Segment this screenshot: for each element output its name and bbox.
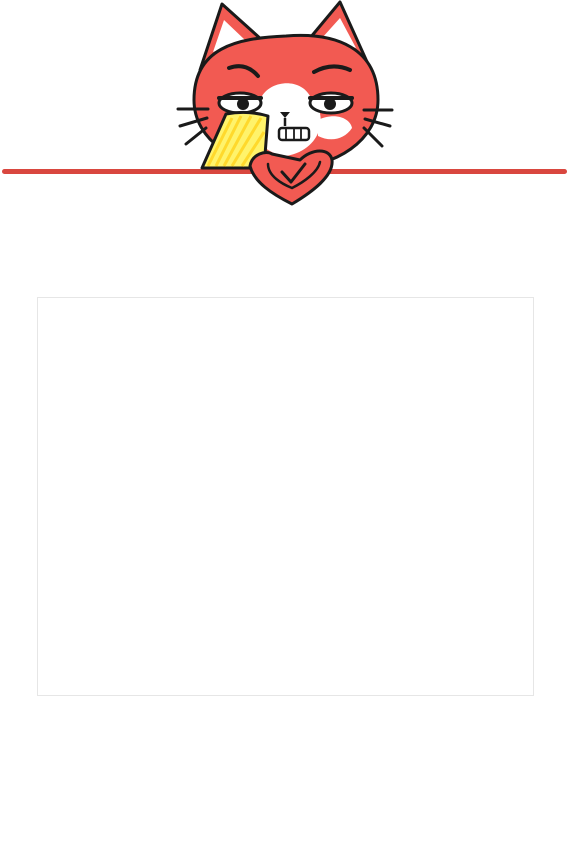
page: [0, 0, 569, 865]
header: [0, 0, 569, 215]
content-panel: [37, 297, 534, 696]
header-illustration: [2, 0, 567, 206]
